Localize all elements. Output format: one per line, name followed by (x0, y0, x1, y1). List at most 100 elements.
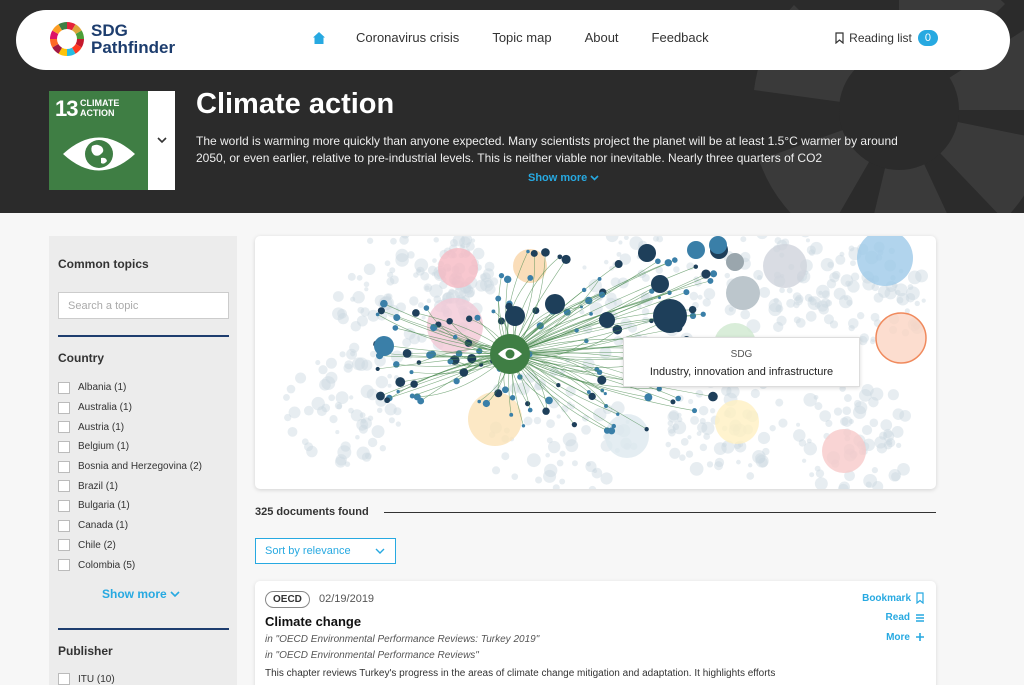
background-bubble (559, 478, 566, 485)
document-node (584, 338, 589, 344)
background-bubble (722, 442, 727, 448)
background-bubble (869, 418, 879, 428)
checkbox[interactable] (58, 460, 70, 473)
background-bubble (672, 423, 680, 431)
background-bubble (774, 237, 782, 245)
document-node (614, 260, 623, 269)
country-filter-item[interactable]: Belgium (1) (58, 437, 202, 457)
document-node (556, 382, 561, 388)
background-bubble (806, 245, 816, 255)
document-node (498, 272, 505, 279)
document-node (396, 389, 400, 394)
background-bubble (352, 291, 365, 304)
publisher-heading: Publisher (58, 644, 113, 658)
nav-coronavirus-crisis[interactable]: Coronavirus crisis (356, 30, 459, 45)
country-filter-item[interactable]: Australia (1) (58, 398, 202, 418)
sort-label: Sort by relevance (265, 545, 351, 557)
background-bubble (395, 302, 406, 313)
background-bubble (426, 298, 432, 304)
background-bubble (796, 422, 801, 427)
home-icon[interactable] (312, 31, 326, 45)
background-bubble (340, 441, 351, 452)
background-bubble (861, 424, 873, 436)
background-bubble (355, 434, 360, 440)
country-show-more-button[interactable]: Show more (102, 587, 180, 601)
country-filter-item[interactable]: Bulgaria (1) (58, 496, 202, 516)
background-bubble (593, 408, 607, 422)
background-bubble (793, 429, 806, 442)
background-bubble (779, 287, 785, 294)
checkbox[interactable] (58, 673, 70, 685)
country-filter-item[interactable]: Albania (1) (58, 378, 202, 398)
checkbox[interactable] (58, 539, 70, 552)
background-bubble (565, 439, 579, 453)
document-source: in "OECD Environmental Performance Revie… (265, 634, 540, 645)
background-bubble (384, 260, 391, 267)
sdg-dropdown-toggle[interactable] (148, 91, 175, 190)
background-bubble (896, 442, 902, 448)
background-bubble (429, 284, 443, 298)
nav-about[interactable]: About (585, 30, 619, 45)
checkbox[interactable] (58, 381, 70, 394)
background-bubble (769, 425, 776, 432)
background-bubble (339, 351, 346, 358)
background-bubble (335, 430, 340, 435)
country-filter-item[interactable]: Bosnia and Herzegovina (2) (58, 457, 202, 477)
hero-show-more-button[interactable]: Show more (528, 172, 599, 184)
more-button[interactable]: More (886, 631, 926, 643)
bookmark-button[interactable]: Bookmark (862, 592, 926, 604)
document-node (581, 287, 587, 293)
background-bubble (388, 417, 395, 424)
nav-feedback[interactable]: Feedback (652, 30, 709, 45)
checkbox[interactable] (58, 499, 70, 512)
country-filter-item[interactable]: Brazil (1) (58, 476, 202, 496)
background-bubble (795, 294, 804, 304)
checkbox[interactable] (58, 559, 70, 572)
country-filter-item[interactable]: Canada (1) (58, 516, 202, 536)
topic-map[interactable]: SDG Industry, innovation and infrastruct… (255, 236, 936, 489)
background-bubble (757, 431, 771, 445)
background-bubble (750, 388, 760, 399)
document-node (603, 391, 607, 396)
document-node (409, 370, 414, 375)
background-bubble (556, 414, 561, 419)
bookmark-icon (835, 32, 844, 44)
document-title[interactable]: Climate change (265, 614, 361, 629)
background-bubble (421, 315, 426, 320)
document-node (393, 314, 401, 322)
chevron-down-icon (156, 137, 167, 144)
brand-logo[interactable]: SDG Pathfinder (49, 21, 175, 57)
country-filter-item[interactable]: Colombia (5) (58, 555, 202, 575)
country-filter-item[interactable]: Chile (2) (58, 536, 202, 556)
read-button[interactable]: Read (886, 612, 926, 623)
document-node (416, 360, 422, 365)
checkbox[interactable] (58, 480, 70, 493)
checkbox[interactable] (58, 519, 70, 532)
background-bubble (403, 327, 416, 340)
background-bubble (873, 292, 884, 303)
country-filter-item[interactable]: Austria (1) (58, 417, 202, 437)
nav-topic-map[interactable]: Topic map (492, 30, 551, 45)
background-bubble (805, 238, 810, 243)
checkbox[interactable] (58, 401, 70, 414)
sort-dropdown[interactable]: Sort by relevance (255, 538, 396, 564)
checkbox[interactable] (58, 421, 70, 434)
background-bubble (386, 277, 395, 286)
background-bubble (325, 357, 337, 369)
hero-description: The world is warming more quickly than a… (196, 134, 898, 165)
sdg-13-tile: 13 CLIMATE ACTION (49, 91, 148, 190)
document-node (384, 397, 391, 404)
background-bubble (793, 316, 801, 324)
topic-search-input[interactable] (58, 292, 229, 319)
document-card[interactable]: OECD 02/19/2019 Climate change in "OECD … (255, 581, 936, 685)
background-bubble (679, 454, 686, 461)
reading-list-button[interactable]: Reading list 0 (835, 30, 938, 46)
background-bubble (526, 453, 541, 468)
publisher-filter-item[interactable]: ITU (10) (58, 673, 115, 685)
sdg-goal-bubble (763, 244, 807, 288)
background-bubble (556, 459, 564, 467)
checkbox[interactable] (58, 440, 70, 453)
background-bubble (825, 419, 833, 427)
background-bubble (850, 260, 856, 267)
background-bubble (854, 401, 868, 415)
